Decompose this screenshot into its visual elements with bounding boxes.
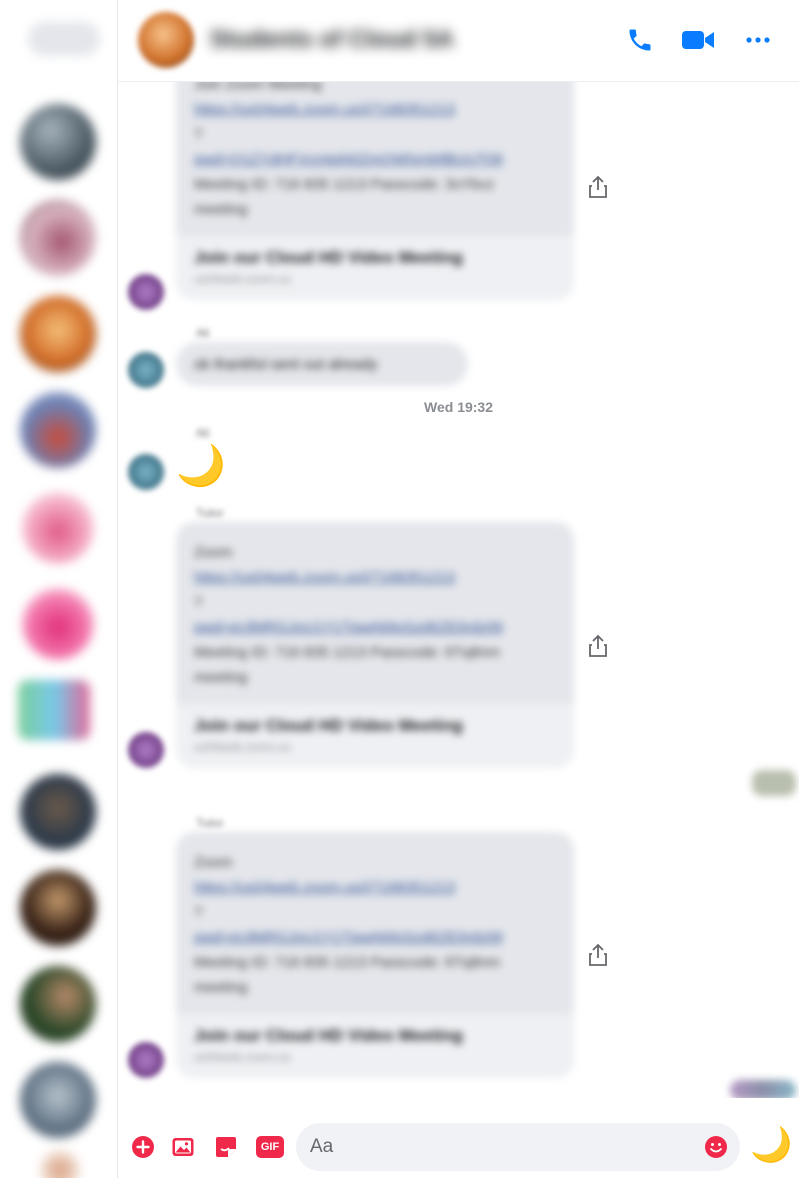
more-options-icon[interactable] bbox=[740, 22, 776, 58]
message-thread[interactable]: Join Zoom Meeting https://us04web.zoom.u… bbox=[118, 82, 799, 1098]
sender-name: Ali bbox=[196, 326, 210, 340]
card-line: Meeting ID: 716 835 1213 Passcode: 3xYbv… bbox=[194, 176, 495, 193]
messenger-window: Students of Cloud 5A Join Zoom Meeting h… bbox=[0, 0, 799, 1178]
sender-avatar[interactable] bbox=[128, 454, 164, 490]
chat-avatar[interactable] bbox=[20, 296, 96, 372]
card-footer[interactable]: Join our Cloud HD Video Meeting us04web.… bbox=[176, 704, 574, 768]
card-line: ? bbox=[194, 594, 203, 611]
card-link[interactable]: pwd=eUlMRGJoU1Y1TjgwN0tsSzd6ZE0rdz09 bbox=[194, 615, 556, 640]
link-preview-card[interactable]: Join Zoom Meeting https://us04web.zoom.u… bbox=[176, 82, 574, 300]
chat-avatar[interactable] bbox=[20, 1062, 96, 1138]
gif-label: GIF bbox=[256, 1136, 284, 1158]
card-footer[interactable]: Join our Cloud HD Video Meeting us04web.… bbox=[176, 1014, 574, 1078]
message-composer: GIF 🌙 bbox=[118, 1098, 799, 1178]
card-footer-domain: us04web.zoom.us bbox=[194, 1050, 291, 1064]
card-body: Zoom https://us04web.zoom.us/j/716835121… bbox=[176, 832, 574, 1014]
photo-gallery-icon[interactable] bbox=[170, 1134, 196, 1160]
sender-name: Ali bbox=[196, 426, 210, 440]
chat-list-rail bbox=[0, 0, 118, 1178]
chat-avatar[interactable] bbox=[40, 1150, 80, 1178]
link-preview-card[interactable]: Zoom https://us04web.zoom.us/j/716835121… bbox=[176, 832, 574, 1078]
message-input[interactable] bbox=[310, 1123, 690, 1171]
emoji-message[interactable]: 🌙 bbox=[176, 446, 226, 486]
card-line: ? bbox=[194, 126, 203, 143]
sender-avatar[interactable] bbox=[128, 732, 164, 768]
card-footer-title: Join our Cloud HD Video Meeting bbox=[194, 716, 463, 735]
timestamp-divider: Wed 19:32 bbox=[424, 399, 493, 415]
conversation-header: Students of Cloud 5A bbox=[118, 0, 799, 82]
chat-avatar[interactable] bbox=[20, 870, 96, 946]
emoji-smile-icon[interactable] bbox=[704, 1135, 728, 1159]
chat-avatar[interactable] bbox=[20, 200, 96, 276]
card-body: Zoom https://us04web.zoom.us/j/716835121… bbox=[176, 522, 574, 704]
share-icon[interactable] bbox=[586, 942, 610, 968]
phone-icon[interactable] bbox=[622, 22, 658, 58]
card-line: Join Zoom Meeting bbox=[194, 82, 322, 93]
chat-avatar[interactable] bbox=[20, 104, 96, 180]
card-footer-domain: us04web.zoom.us bbox=[194, 740, 291, 754]
link-preview-card[interactable]: Zoom https://us04web.zoom.us/j/716835121… bbox=[176, 522, 574, 768]
chat-avatar[interactable] bbox=[20, 774, 96, 850]
text-message-bubble[interactable]: ok thankful sent out already bbox=[176, 342, 468, 386]
card-link[interactable]: https://us04web.zoom.us/j/7168351213 bbox=[194, 97, 556, 122]
sender-name: Tutor bbox=[196, 506, 224, 520]
sender-avatar[interactable] bbox=[128, 274, 164, 310]
card-link[interactable]: https://us04web.zoom.us/j/7168351213 bbox=[194, 565, 556, 590]
sender-avatar[interactable] bbox=[128, 352, 164, 388]
card-line: Zoom bbox=[194, 854, 233, 871]
message-input-container[interactable] bbox=[296, 1123, 740, 1171]
gif-icon[interactable]: GIF bbox=[255, 1134, 285, 1160]
card-line: Zoom bbox=[194, 544, 233, 561]
sender-avatar[interactable] bbox=[128, 1042, 164, 1078]
card-line: ? bbox=[194, 904, 203, 921]
card-footer-title: Join our Cloud HD Video Meeting bbox=[194, 1026, 463, 1045]
card-line: meeting bbox=[194, 201, 248, 218]
card-footer[interactable]: Join our Cloud HD Video Meeting us04web.… bbox=[176, 236, 574, 300]
share-icon[interactable] bbox=[586, 174, 610, 200]
card-footer-domain: us04web.zoom.us bbox=[194, 272, 291, 286]
card-line: Meeting ID: 716 835 1213 Passcode: 6Tq8n… bbox=[194, 954, 501, 971]
read-receipt-avatar bbox=[752, 770, 796, 796]
chat-avatar[interactable] bbox=[18, 680, 90, 740]
read-receipt-avatars bbox=[730, 1080, 796, 1098]
card-link[interactable]: https://us04web.zoom.us/j/7168351213 bbox=[194, 875, 556, 900]
quick-emoji-send-button[interactable]: 🌙 bbox=[750, 1128, 792, 1162]
chat-avatar[interactable] bbox=[20, 392, 96, 468]
sender-name: Tutor bbox=[196, 816, 224, 830]
video-camera-icon[interactable] bbox=[680, 22, 716, 58]
add-plus-icon[interactable] bbox=[130, 1134, 156, 1160]
chat-avatar[interactable] bbox=[22, 492, 94, 564]
sticker-icon[interactable] bbox=[213, 1134, 239, 1160]
card-footer-title: Join our Cloud HD Video Meeting bbox=[194, 248, 463, 267]
chat-avatar[interactable] bbox=[22, 588, 94, 660]
card-link[interactable]: pwd=Q1ZYdHFVcmtqN0ZmQWhmWlBUUT09 bbox=[194, 147, 556, 172]
chat-avatar[interactable] bbox=[20, 966, 96, 1042]
card-line: Meeting ID: 716 835 1213 Passcode: 6Tq8n… bbox=[194, 644, 501, 661]
search-bar[interactable] bbox=[28, 22, 100, 56]
card-link[interactable]: pwd=eUlMRGJoU1Y1TjgwN0tsSzd6ZE0rdz09 bbox=[194, 925, 556, 950]
card-body: Join Zoom Meeting https://us04web.zoom.u… bbox=[176, 82, 574, 236]
share-icon[interactable] bbox=[586, 633, 610, 659]
conversation-avatar[interactable] bbox=[138, 12, 194, 68]
card-line: meeting bbox=[194, 979, 248, 996]
conversation-title[interactable]: Students of Cloud 5A bbox=[210, 26, 454, 54]
card-line: meeting bbox=[194, 669, 248, 686]
